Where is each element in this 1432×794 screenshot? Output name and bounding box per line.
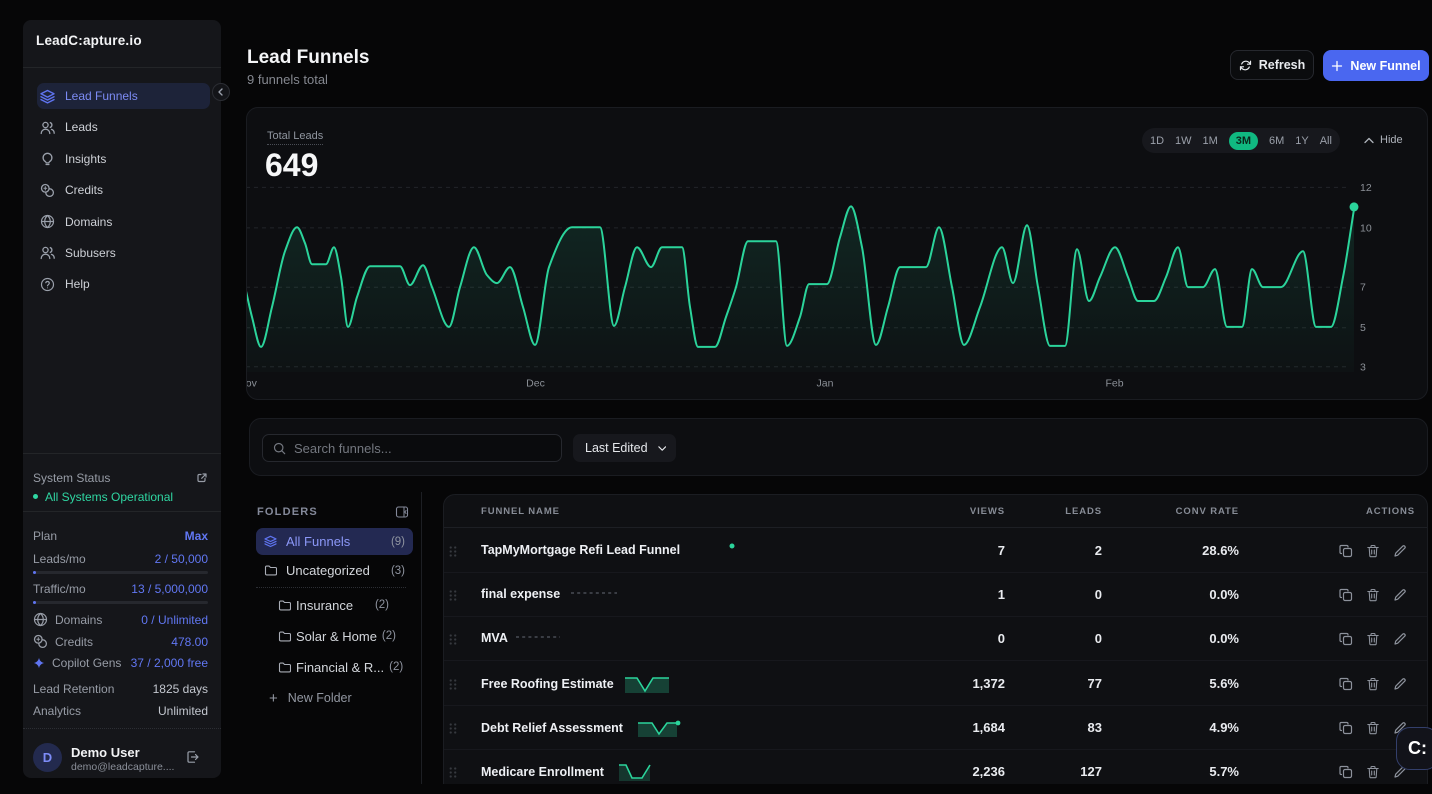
svg-text:7: 7	[1360, 282, 1366, 294]
svg-text:Feb: Feb	[1105, 378, 1123, 390]
svg-text:Jan: Jan	[817, 378, 834, 390]
svg-text:Dec: Dec	[526, 378, 545, 390]
svg-text:5: 5	[1360, 322, 1366, 334]
svg-text:12: 12	[1360, 182, 1372, 194]
svg-text:10: 10	[1360, 222, 1372, 234]
svg-text:Nov: Nov	[246, 378, 258, 390]
svg-text:3: 3	[1360, 361, 1366, 373]
